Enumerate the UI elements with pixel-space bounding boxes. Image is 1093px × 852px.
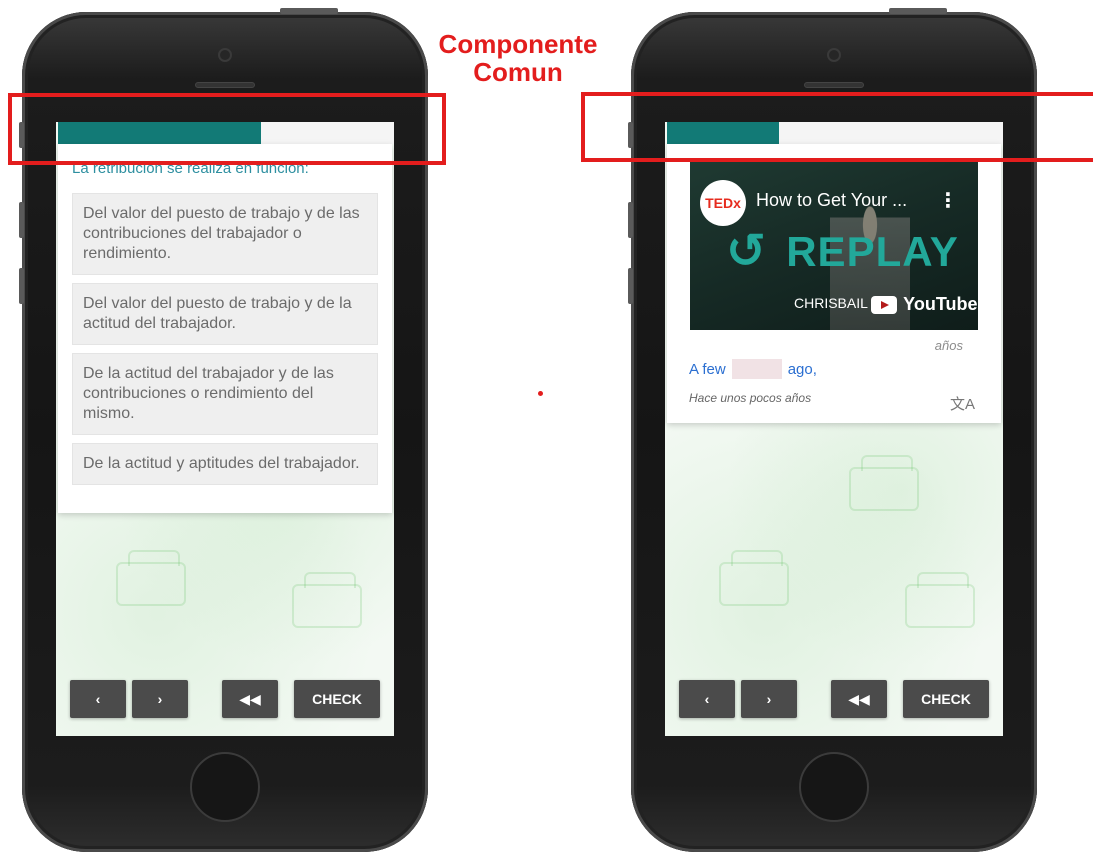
home-button xyxy=(799,752,869,822)
volume-down-button xyxy=(19,268,24,304)
volume-down-button xyxy=(628,268,633,304)
volume-up-button xyxy=(19,202,24,238)
front-camera xyxy=(218,48,232,62)
next-button[interactable]: › xyxy=(741,680,797,718)
home-button xyxy=(190,752,260,822)
check-button[interactable]: CHECK xyxy=(294,680,380,718)
video-player[interactable]: TEDx How to Get Your ... ⋮ ↺ REPLAY CHRI… xyxy=(690,160,978,330)
power-button xyxy=(280,8,338,14)
watermark-text: CHRISBAIL xyxy=(794,295,868,312)
fill-blank-input[interactable] xyxy=(731,359,782,379)
sentence-end: ago, xyxy=(787,360,817,378)
translate-icon[interactable]: 文A xyxy=(950,393,975,414)
annotation-line-1: Componente xyxy=(438,29,598,59)
annotation-line-2: Comun xyxy=(473,57,563,87)
translation-row: Hace unos pocos años 文A xyxy=(667,379,1001,423)
volume-up-button xyxy=(628,202,633,238)
highlight-box-left xyxy=(8,93,446,165)
earpiece-speaker xyxy=(195,82,255,88)
exercise-card: TEDx How to Get Your ... ⋮ ↺ REPLAY CHRI… xyxy=(667,144,1001,423)
rewind-button[interactable]: ◀◀ xyxy=(222,680,278,718)
annotation-dot xyxy=(538,391,543,396)
replay-icon[interactable]: ↺ xyxy=(726,228,766,276)
answer-option[interactable]: Del valor del puesto de trabajo y de las… xyxy=(72,193,378,275)
navigation-controls: ‹ › ◀◀ CHECK xyxy=(70,680,380,718)
power-button xyxy=(889,8,947,14)
lego-brick-decoration xyxy=(849,455,919,511)
previous-button[interactable]: ‹ xyxy=(70,680,126,718)
replay-label[interactable]: REPLAY xyxy=(786,228,959,276)
phone-screen: La retribución se realiza en función: De… xyxy=(56,122,394,736)
annotation-label: Componente Comun xyxy=(420,30,616,86)
lego-brick-decoration xyxy=(292,572,362,628)
navigation-controls: ‹ › ◀◀ CHECK xyxy=(679,680,989,718)
front-camera xyxy=(827,48,841,62)
translation-text: Hace unos pocos años xyxy=(689,391,812,405)
check-button[interactable]: CHECK xyxy=(903,680,989,718)
question-card: La retribución se realiza en función: De… xyxy=(58,144,392,513)
ted-logo-icon: TEDx xyxy=(700,180,746,226)
lego-brick-decoration xyxy=(116,550,186,606)
rewind-button[interactable]: ◀◀ xyxy=(831,680,887,718)
youtube-play-icon xyxy=(871,295,898,314)
previous-button[interactable]: ‹ xyxy=(679,680,735,718)
sentence-start: A few xyxy=(689,360,726,378)
answer-option[interactable]: Del valor del puesto de trabajo y de la … xyxy=(72,283,378,345)
lego-brick-decoration xyxy=(719,550,789,606)
video-title[interactable]: How to Get Your ... xyxy=(756,190,907,211)
replay-control[interactable]: ↺ REPLAY xyxy=(726,228,959,276)
phone-screen: TEDx How to Get Your ... ⋮ ↺ REPLAY CHRI… xyxy=(665,122,1003,736)
answer-option[interactable]: De la actitud y aptitudes del trabajador… xyxy=(72,443,378,485)
hint-word: años xyxy=(934,338,963,353)
youtube-brand[interactable]: YouTube xyxy=(903,294,977,314)
more-options-icon[interactable]: ⋮ xyxy=(938,188,958,213)
lego-brick-decoration xyxy=(905,572,975,628)
answer-option[interactable]: De la actitud del trabajador y de las co… xyxy=(72,353,378,435)
next-button[interactable]: › xyxy=(132,680,188,718)
fill-in-sentence: A few ago, xyxy=(667,353,1001,379)
earpiece-speaker xyxy=(804,82,864,88)
highlight-box-right xyxy=(581,92,1093,162)
video-watermark: CHRISBAIL YouTube xyxy=(794,294,978,315)
